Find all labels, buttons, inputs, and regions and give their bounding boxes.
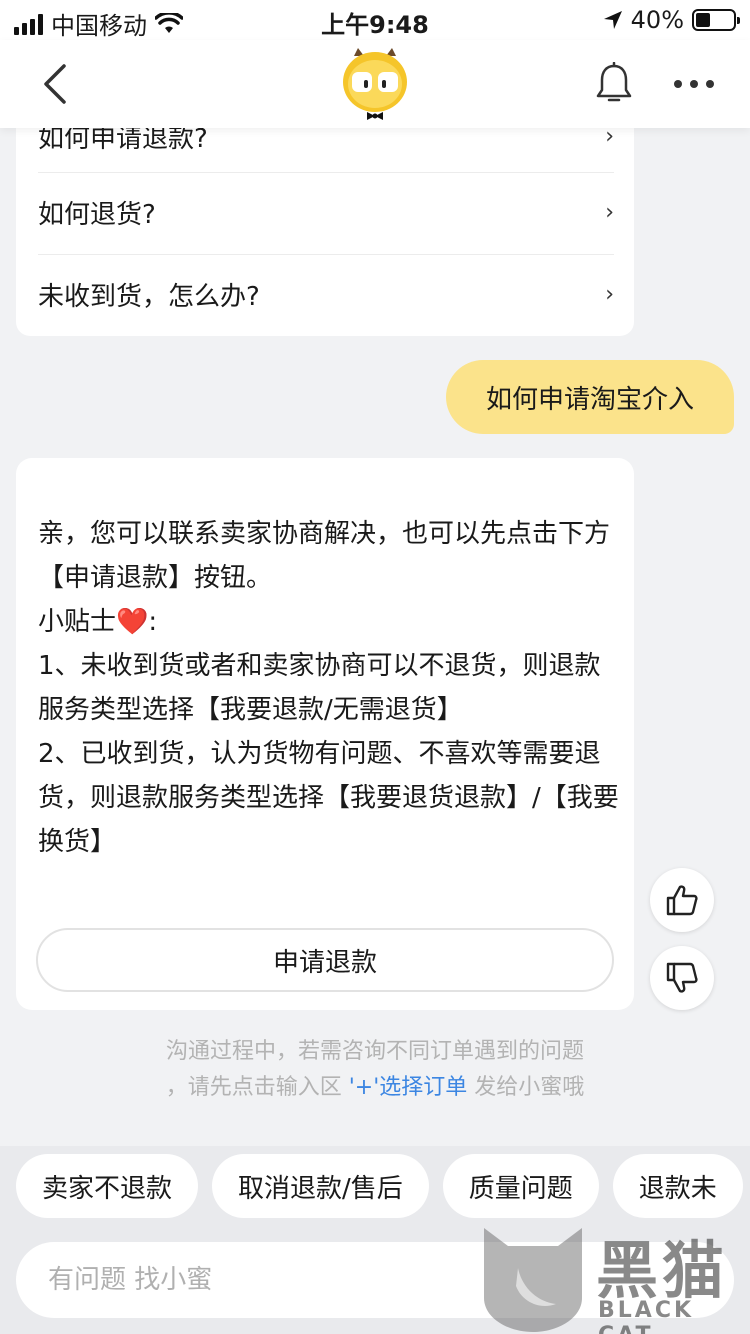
thumbs-down-icon (666, 962, 698, 993)
chevron-right-icon: › (605, 281, 614, 307)
user-message-bubble: 如何申请淘宝介入 (446, 360, 734, 434)
like-button[interactable] (650, 868, 714, 932)
mascot-avatar-icon (343, 48, 407, 120)
answer-card: 亲，您可以联系卖家协商解决，也可以先点击下方【申请退款】按钮。 小贴士❤️: 1… (16, 458, 634, 1010)
battery-icon (692, 9, 740, 31)
heart-icon: ❤️ (116, 607, 149, 637)
faq-item-return[interactable]: 如何退货? › (38, 188, 614, 236)
answer-body: 亲，您可以联系卖家协商解决，也可以先点击下方【申请退款】按钮。 小贴士❤️: 1… (38, 512, 622, 864)
watermark-cn: 黑猫 (596, 1234, 729, 1307)
battery-percent: 40% (630, 6, 684, 34)
divider (38, 172, 614, 173)
notice-suffix: 发给小蜜哦 (474, 1075, 585, 1100)
location-arrow-icon (603, 11, 622, 29)
nav-bar (0, 40, 750, 128)
battery-fill (696, 13, 711, 27)
divider (38, 254, 614, 255)
select-order-link[interactable]: '+'选择订单 (349, 1075, 468, 1100)
tip-colon: : (148, 607, 158, 637)
chevron-right-icon: › (605, 199, 614, 225)
status-right: 40% (603, 6, 740, 34)
bell-icon[interactable] (594, 62, 634, 106)
faq-item-label: 如何退货? (38, 199, 156, 230)
answer-line: 亲，您可以联系卖家协商解决，也可以先点击下方【申请退款】按钮。 (38, 519, 611, 593)
faq-item-not-received[interactable]: 未收到货，怎么办? › (38, 270, 614, 318)
quick-reply-chip[interactable]: 取消退款/售后 (212, 1154, 429, 1218)
notice-prefix: ，请先点击输入区 (165, 1075, 342, 1100)
quick-reply-chip[interactable]: 质量问题 (442, 1154, 599, 1218)
faq-card: 如何申请退款? › 如何退货? › 未收到货，怎么办? › (16, 100, 634, 336)
user-message-text: 如何申请淘宝介入 (485, 384, 694, 415)
chevron-left-icon[interactable] (38, 62, 78, 106)
dislike-button[interactable] (650, 946, 714, 1010)
notice-line-1: 沟通过程中，若需咨询不同订单遇到的问题 (165, 1039, 584, 1064)
apply-refund-button[interactable]: 申请退款 (36, 928, 614, 992)
watermark-en: BLACK CAT (598, 1298, 695, 1334)
status-bar: 中国移动 上午9:48 40% (0, 0, 750, 40)
notice-line-2: ，请先点击输入区 '+'选择订单 发给小蜜哦 (0, 1070, 750, 1106)
thumbs-up-icon (666, 885, 698, 916)
quick-reply-list: 卖家不退款 取消退款/售后 质量问题 退款未 (16, 1154, 743, 1218)
answer-point-2: 2、已收到货，认为货物有问题、不喜欢等需要退货，则退款服务类型选择【我要退货退款… (38, 739, 619, 857)
answer-point-1: 1、未收到货或者和卖家协商可以不退货，则退款服务类型选择【我要退款/无需退货】 (38, 651, 601, 725)
tip-label: 小贴士 (38, 607, 117, 637)
cat-logo-icon (484, 1228, 582, 1332)
quick-reply-chip[interactable]: 卖家不退款 (16, 1154, 199, 1218)
quick-reply-chip[interactable]: 退款未 (612, 1154, 743, 1218)
faq-item-label: 未收到货，怎么办? (38, 281, 260, 312)
more-dots-icon[interactable] (672, 74, 716, 94)
blackcat-watermark: 黑猫 BLACK CAT (478, 1218, 750, 1334)
